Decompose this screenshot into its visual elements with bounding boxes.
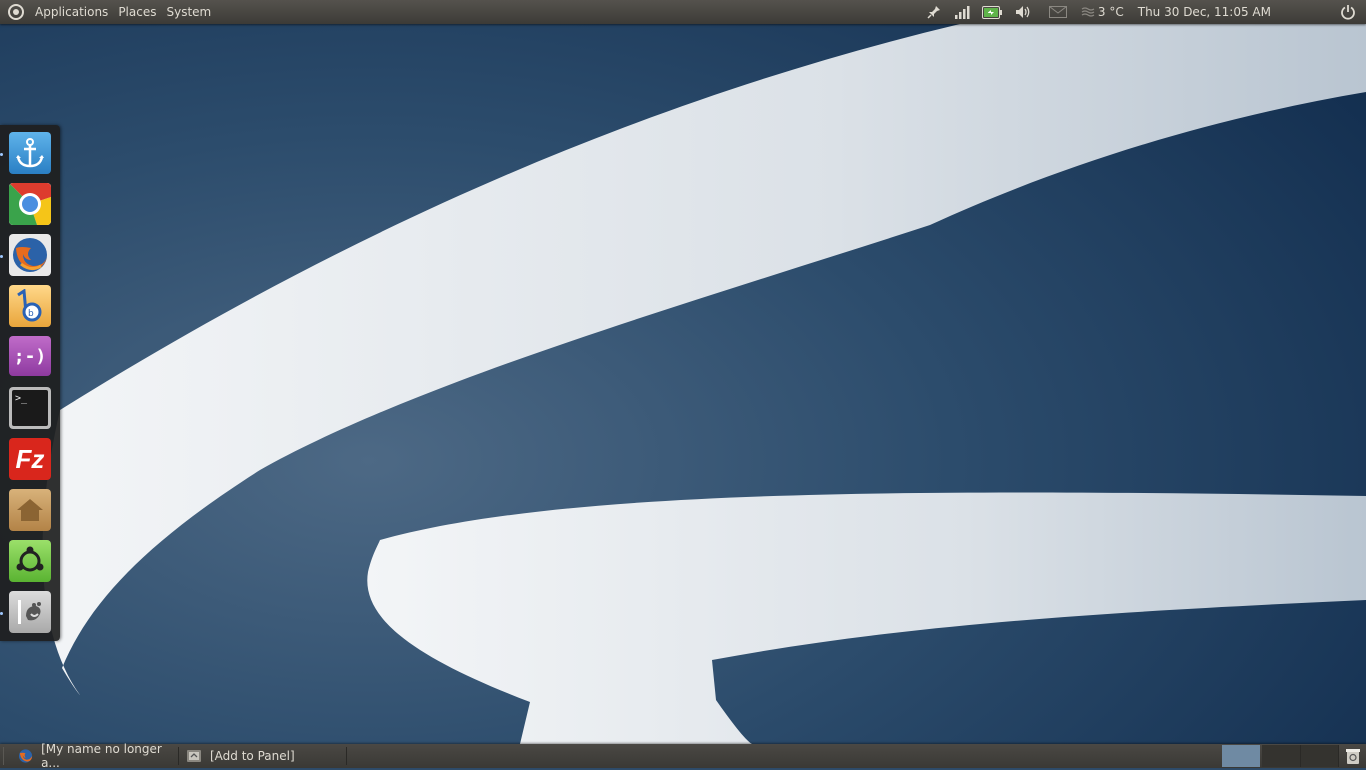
ubuntu-software-center-icon bbox=[16, 546, 44, 572]
filezilla-icon: Fz bbox=[15, 443, 45, 474]
dock-item-gimp[interactable] bbox=[9, 591, 51, 633]
chrome-icon bbox=[9, 183, 51, 225]
signal-icon[interactable] bbox=[947, 0, 977, 24]
dock-item-filezilla[interactable]: Fz bbox=[9, 438, 51, 480]
dock-item-terminal[interactable]: >_ bbox=[9, 387, 51, 429]
bluefish-icon: b bbox=[17, 289, 42, 322]
dock-item-firefox[interactable] bbox=[9, 234, 51, 276]
top-panel: Applications Places System 3 °C Thu 30 D… bbox=[0, 0, 1366, 24]
clock[interactable]: Thu 30 Dec, 11:05 AM bbox=[1138, 5, 1271, 19]
dock-item-software-center[interactable] bbox=[9, 540, 51, 582]
taskbar-item-add-to-panel[interactable]: [Add to Panel] bbox=[186, 744, 344, 768]
trash-icon[interactable] bbox=[1344, 747, 1362, 765]
workspace-4[interactable] bbox=[1338, 745, 1339, 767]
main-menu: Applications Places System bbox=[0, 0, 216, 24]
dock-item-chrome[interactable] bbox=[9, 183, 51, 225]
weather-indicator[interactable]: 3 °C bbox=[1081, 5, 1124, 19]
empathy-icon: ;-) bbox=[13, 345, 47, 367]
svg-text:b: b bbox=[28, 309, 34, 319]
dock-item-empathy[interactable]: ;-) bbox=[9, 336, 51, 376]
taskbar-item-label: [Add to Panel] bbox=[210, 749, 295, 763]
workspace-2[interactable] bbox=[1262, 745, 1300, 767]
desktop-wallpaper bbox=[0, 0, 1366, 768]
running-indicator bbox=[0, 153, 3, 156]
workspace-1[interactable] bbox=[1222, 745, 1260, 767]
running-indicator bbox=[0, 612, 3, 615]
docky-launcher: b ;-) >_ Fz bbox=[0, 125, 60, 641]
applications-menu[interactable]: Applications bbox=[30, 0, 113, 24]
weather-icon bbox=[1081, 7, 1095, 17]
power-icon[interactable] bbox=[1340, 4, 1356, 20]
anchor-icon bbox=[16, 138, 44, 168]
dock-item-anchor[interactable] bbox=[9, 132, 51, 174]
firefox-icon bbox=[13, 238, 47, 272]
pin-icon[interactable] bbox=[921, 0, 947, 24]
bottom-panel: [My name no longer a... [Add to Panel] bbox=[0, 742, 1366, 770]
taskbar-item-label: [My name no longer a... bbox=[41, 742, 162, 770]
firefox-icon bbox=[18, 749, 33, 763]
taskbar-item-firefox[interactable]: [My name no longer a... bbox=[18, 742, 176, 770]
running-indicator bbox=[0, 255, 3, 258]
dock-item-bluefish[interactable]: b bbox=[9, 285, 51, 327]
volume-icon[interactable] bbox=[1007, 0, 1041, 24]
ubuntu-logo-icon[interactable] bbox=[8, 4, 24, 20]
workspace-3[interactable] bbox=[1300, 745, 1339, 767]
taskbar-separator bbox=[178, 747, 179, 765]
system-menu[interactable]: System bbox=[161, 0, 216, 24]
mail-icon[interactable] bbox=[1041, 0, 1075, 24]
battery-icon[interactable] bbox=[977, 0, 1007, 24]
home-folder-icon bbox=[17, 499, 43, 521]
system-tray: 3 °C Thu 30 Dec, 11:05 AM bbox=[921, 0, 1366, 24]
dock-item-home-folder[interactable] bbox=[9, 489, 51, 531]
weather-temperature: 3 °C bbox=[1097, 5, 1124, 19]
places-menu[interactable]: Places bbox=[113, 0, 161, 24]
panel-handle[interactable] bbox=[3, 747, 4, 765]
terminal-icon: >_ bbox=[12, 390, 48, 426]
taskbar-separator bbox=[346, 747, 347, 765]
gimp-icon bbox=[18, 600, 41, 624]
panel-icon bbox=[187, 750, 201, 762]
